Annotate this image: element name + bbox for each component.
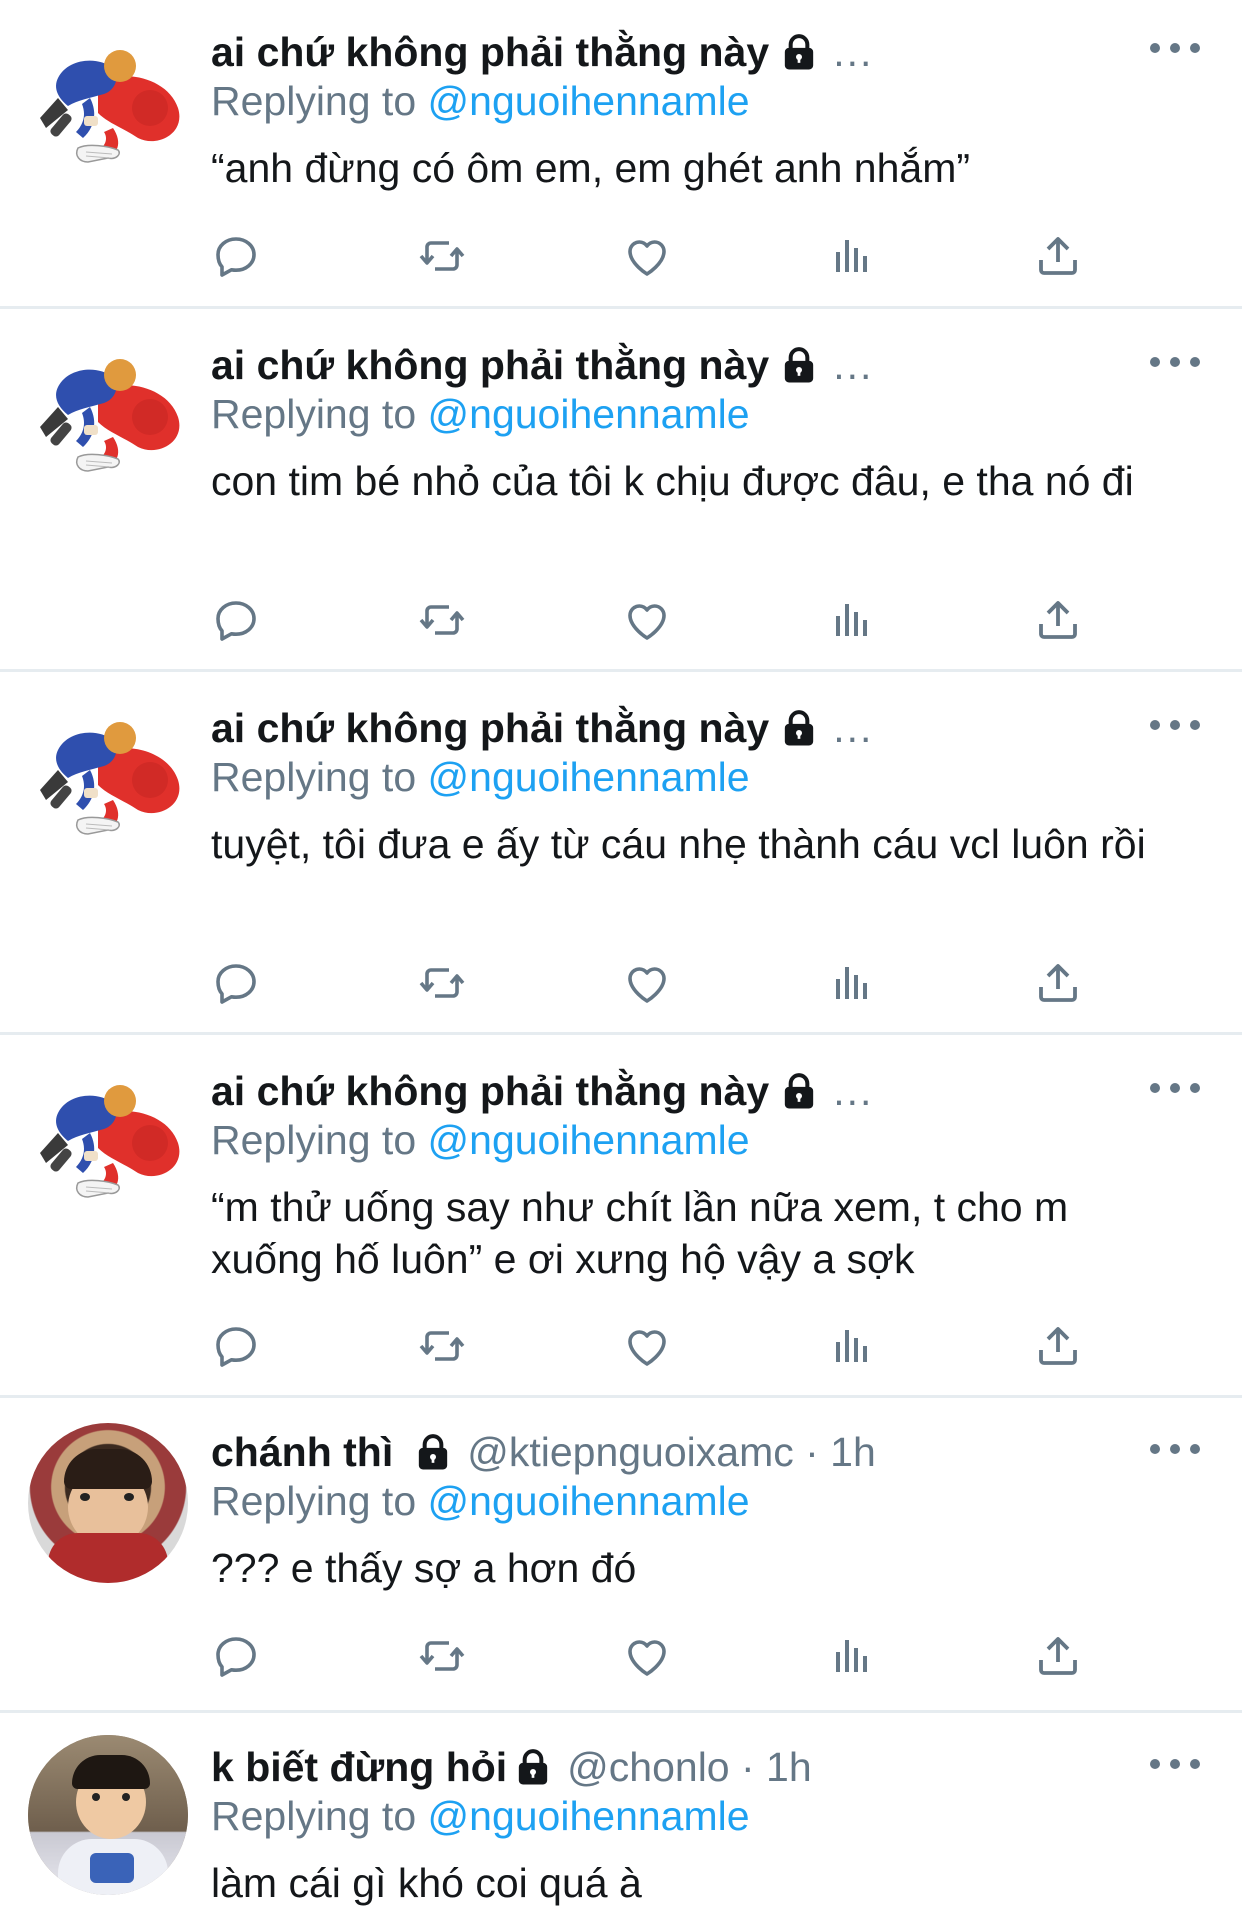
more-icon[interactable] [1150, 1434, 1200, 1464]
reply-icon[interactable] [206, 1316, 266, 1376]
action-bar [0, 1316, 1242, 1376]
like-icon[interactable] [617, 226, 677, 286]
tweet[interactable]: ai chứ không phải thằng này ... Replying… [0, 672, 1242, 1032]
replying-prefix: Replying to [211, 1117, 417, 1163]
more-icon[interactable] [1150, 347, 1200, 377]
action-bar [0, 953, 1242, 1013]
display-name[interactable]: chánh thì [211, 1429, 393, 1476]
tweet-header: chánh thì @ktiepnguoixamc · 1h [211, 1425, 1132, 1479]
display-name[interactable]: ai chứ không phải thằng này [211, 342, 769, 389]
display-name[interactable]: ai chứ không phải thằng này [211, 705, 769, 752]
replying-to: Replying to @nguoihennamle [211, 391, 750, 438]
share-icon[interactable] [1028, 953, 1088, 1013]
replying-to: Replying to @nguoihennamle [211, 1478, 750, 1525]
mention-link[interactable]: @nguoihennamle [428, 1793, 750, 1839]
replying-to: Replying to @nguoihennamle [211, 1793, 750, 1840]
replying-prefix: Replying to [211, 1793, 417, 1839]
truncation-ellipsis: ... [833, 28, 874, 75]
more-icon[interactable] [1150, 33, 1200, 63]
tweet-header: ai chứ không phải thằng này ... [211, 1064, 1132, 1118]
tweet-text: ??? e thấy sợ a hơn đó [211, 1545, 637, 1591]
like-icon[interactable] [617, 1626, 677, 1686]
display-name[interactable]: ai chứ không phải thằng này [211, 29, 769, 76]
mention-link[interactable]: @nguoihennamle [428, 754, 750, 800]
tweet[interactable]: chánh thì @ktiepnguoixamc · 1h Replying … [0, 1398, 1242, 1710]
action-bar [0, 1626, 1242, 1686]
child-photo-avatar[interactable] [28, 1423, 188, 1583]
display-name[interactable]: k biết đừng hỏi [211, 1744, 507, 1791]
retweet-icon[interactable] [412, 590, 472, 650]
tweet-header: k biết đừng hỏi @chonlo · 1h [211, 1740, 1132, 1794]
more-icon[interactable] [1150, 1749, 1200, 1779]
user-handle[interactable]: @chonlo · 1h [567, 1744, 811, 1791]
more-icon[interactable] [1150, 1073, 1200, 1103]
cartoon-figures-avatar[interactable] [28, 28, 188, 188]
display-name[interactable]: ai chứ không phải thằng này [211, 1068, 769, 1115]
tweet-text: “m thử uống say như chít lần nữa xem, t … [211, 1184, 1069, 1282]
tweet-header: ai chứ không phải thằng này ... [211, 701, 1132, 755]
tweet-text: làm cái gì khó coi quá à [211, 1860, 642, 1906]
mention-link[interactable]: @nguoihennamle [428, 391, 750, 437]
lock-icon [779, 708, 819, 748]
mention-link[interactable]: @nguoihennamle [428, 78, 750, 124]
replying-to: Replying to @nguoihennamle [211, 754, 750, 801]
lock-icon [513, 1747, 553, 1787]
tweet-header: ai chứ không phải thằng này ... [211, 338, 1132, 392]
tweet[interactable]: ai chứ không phải thằng này ... Replying… [0, 0, 1242, 306]
replying-prefix: Replying to [211, 1478, 417, 1524]
tweet[interactable]: ai chứ không phải thằng này ... Replying… [0, 1035, 1242, 1395]
reply-icon[interactable] [206, 1626, 266, 1686]
cartoon-figures-avatar[interactable] [28, 1063, 188, 1223]
analytics-icon[interactable] [822, 1626, 882, 1686]
user-handle[interactable]: @ktiepnguoixamc · 1h [467, 1429, 876, 1476]
like-icon[interactable] [617, 1316, 677, 1376]
analytics-icon[interactable] [822, 953, 882, 1013]
like-icon[interactable] [617, 953, 677, 1013]
retweet-icon[interactable] [412, 953, 472, 1013]
action-bar [0, 590, 1242, 650]
retweet-icon[interactable] [412, 226, 472, 286]
cartoon-figures-avatar[interactable] [28, 700, 188, 860]
reply-icon[interactable] [206, 590, 266, 650]
truncation-ellipsis: ... [833, 341, 874, 388]
tweet[interactable]: k biết đừng hỏi @chonlo · 1h Replying to… [0, 1713, 1242, 1920]
tweet[interactable]: ai chứ không phải thằng này ... Replying… [0, 309, 1242, 669]
truncation-ellipsis: ... [833, 704, 874, 751]
replying-to: Replying to @nguoihennamle [211, 78, 750, 125]
tweet-text: “anh đừng có ôm em, em ghét anh nhắm” [211, 145, 971, 191]
replying-prefix: Replying to [211, 391, 417, 437]
mention-link[interactable]: @nguoihennamle [428, 1478, 750, 1524]
tweet-text: tuyệt, tôi đưa e ấy từ cáu nhẹ thành cáu… [211, 821, 1146, 867]
like-icon[interactable] [617, 590, 677, 650]
cartoon-figures-avatar[interactable] [28, 337, 188, 497]
lock-icon [779, 345, 819, 385]
share-icon[interactable] [1028, 590, 1088, 650]
boy-photo-avatar[interactable] [28, 1735, 188, 1895]
reply-icon[interactable] [206, 953, 266, 1013]
analytics-icon[interactable] [822, 226, 882, 286]
reply-icon[interactable] [206, 226, 266, 286]
tweet-header: ai chứ không phải thằng này ... [211, 25, 1132, 79]
replying-prefix: Replying to [211, 78, 417, 124]
lock-icon [413, 1432, 453, 1472]
lock-icon [779, 1071, 819, 1111]
share-icon[interactable] [1028, 1626, 1088, 1686]
tweet-text: con tim bé nhỏ của tôi k chịu được đâu, … [211, 458, 1134, 504]
lock-icon [779, 32, 819, 72]
analytics-icon[interactable] [822, 590, 882, 650]
mention-link[interactable]: @nguoihennamle [428, 1117, 750, 1163]
truncation-ellipsis: ... [833, 1067, 874, 1114]
replying-to: Replying to @nguoihennamle [211, 1117, 750, 1164]
retweet-icon[interactable] [412, 1316, 472, 1376]
action-bar [0, 226, 1242, 286]
share-icon[interactable] [1028, 226, 1088, 286]
share-icon[interactable] [1028, 1316, 1088, 1376]
more-icon[interactable] [1150, 710, 1200, 740]
analytics-icon[interactable] [822, 1316, 882, 1376]
retweet-icon[interactable] [412, 1626, 472, 1686]
replying-prefix: Replying to [211, 754, 417, 800]
